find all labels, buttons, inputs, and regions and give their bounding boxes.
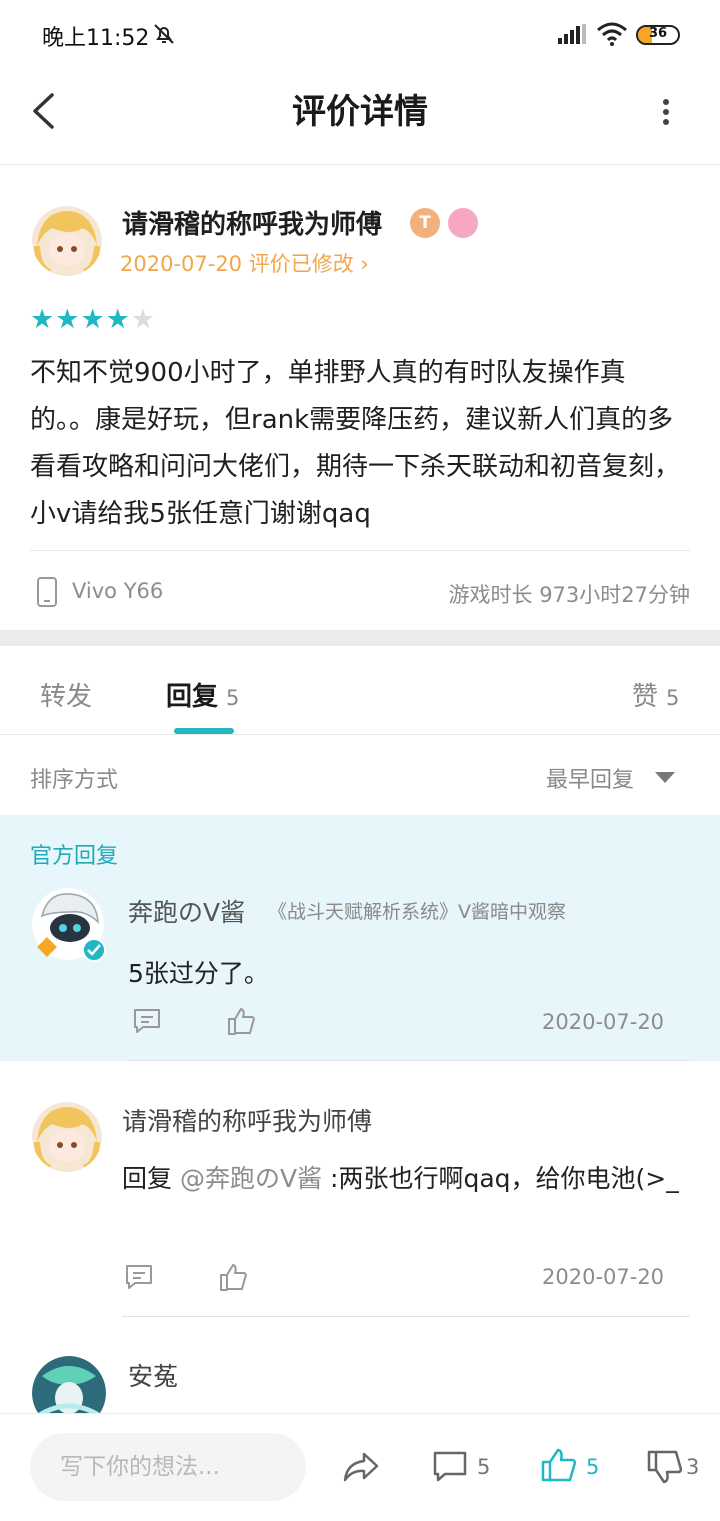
review-divider <box>30 550 690 551</box>
tab-replies-count: 5 <box>226 686 240 710</box>
wifi-icon <box>597 22 627 46</box>
like-count: 5 <box>586 1455 600 1479</box>
phone-icon <box>37 577 57 607</box>
reply-prefix: 回复 <box>122 1164 173 1193</box>
chevron-right-icon: › <box>353 252 369 276</box>
comment-icon[interactable] <box>124 1263 154 1291</box>
comment-icon[interactable] <box>132 1007 162 1035</box>
share-icon[interactable] <box>342 1451 380 1483</box>
level-badge: T <box>410 208 440 238</box>
official-reply-label: 官方回复 <box>30 844 119 869</box>
review-author[interactable]: 请滑稽的称呼我为师傅 <box>122 204 382 241</box>
battery-level: 36 <box>648 26 668 41</box>
reply-author[interactable]: 安菟 <box>128 1357 178 1393</box>
caret-down-icon[interactable] <box>655 772 675 783</box>
mute-bell-icon <box>154 24 174 44</box>
official-reply-text: 5张过分了。 <box>128 959 269 988</box>
tab-repost[interactable]: 转发 <box>40 676 92 713</box>
tab-likes[interactable]: 赞5 <box>632 676 679 713</box>
tab-replies[interactable]: 回复 5 <box>166 676 239 713</box>
more-menu-icon[interactable] <box>660 98 672 126</box>
star-filled-icon: ★ <box>105 304 131 335</box>
thumbs-up-icon[interactable] <box>226 1006 256 1036</box>
reply-divider <box>128 1060 690 1061</box>
star-filled-icon: ★ <box>80 304 106 335</box>
tab-repost-label: 转发 <box>40 682 93 712</box>
device-name: Vivo Y66 <box>72 579 164 603</box>
play-time: 游戏时长 973小时27分钟 <box>448 583 690 607</box>
reply-text: 回复 @奔跑のV酱 :两张也行啊qaq，给你电池(>_ <box>122 1155 692 1203</box>
tab-likes-label: 赞 <box>632 682 659 712</box>
reply-author[interactable]: 请滑稽的称呼我为师傅 <box>122 1102 372 1138</box>
sort-dropdown[interactable]: 最早回复 <box>546 762 634 794</box>
comment-count: 5 <box>477 1455 491 1479</box>
comment-input[interactable]: 写下你的想法... <box>30 1433 306 1501</box>
review-date[interactable]: 2020-07-20 评价已修改 › <box>120 248 369 278</box>
star-filled-icon: ★ <box>55 304 81 335</box>
author-avatar[interactable] <box>32 206 102 276</box>
sort-label: 排序方式 <box>30 768 119 793</box>
reply-divider <box>122 1316 690 1317</box>
star-empty-icon: ★ <box>130 304 157 335</box>
official-reply-date: 2020-07-20 <box>542 1010 665 1034</box>
official-avatar[interactable] <box>30 886 108 964</box>
thumbs-up-icon[interactable] <box>540 1447 578 1483</box>
page-title: 评价详情 <box>292 92 428 132</box>
tab-divider <box>0 734 720 735</box>
tab-likes-count: 5 <box>666 686 680 710</box>
reply-date: 2020-07-20 <box>542 1265 665 1289</box>
comment-icon[interactable] <box>432 1450 468 1484</box>
reply-avatar[interactable] <box>32 1102 102 1172</box>
dislike-count: 3 <box>686 1455 700 1479</box>
star-filled-icon: ★ <box>30 304 56 335</box>
review-date-text: 2020-07-20 评价已修改 <box>120 252 354 276</box>
header-divider <box>0 164 720 165</box>
thumbs-up-icon[interactable] <box>218 1262 248 1292</box>
review-text: 不知不觉900小时了，单排野人真的有时队友操作真的。。康是好玩，但rank需要降… <box>30 358 681 529</box>
signal-icon <box>558 24 586 44</box>
reply-body: :两张也行啊qaq，给你电池(>_ <box>330 1164 679 1193</box>
official-reply-author-title: 《战斗天赋解析系统》V酱暗中观察 <box>268 901 566 923</box>
rating-stars: ★★★★★ <box>30 304 156 335</box>
status-time: 晚上11:52 <box>42 26 150 51</box>
reply-mention[interactable]: @奔跑のV酱 <box>180 1164 322 1193</box>
thumbs-down-icon[interactable] <box>646 1449 684 1485</box>
battery-icon: 36 <box>636 25 680 45</box>
fan-badge-icon <box>448 208 478 238</box>
official-reply-author[interactable]: 奔跑のV酱 <box>128 893 245 929</box>
section-gap <box>0 630 720 646</box>
tab-replies-label: 回复 <box>166 682 219 712</box>
